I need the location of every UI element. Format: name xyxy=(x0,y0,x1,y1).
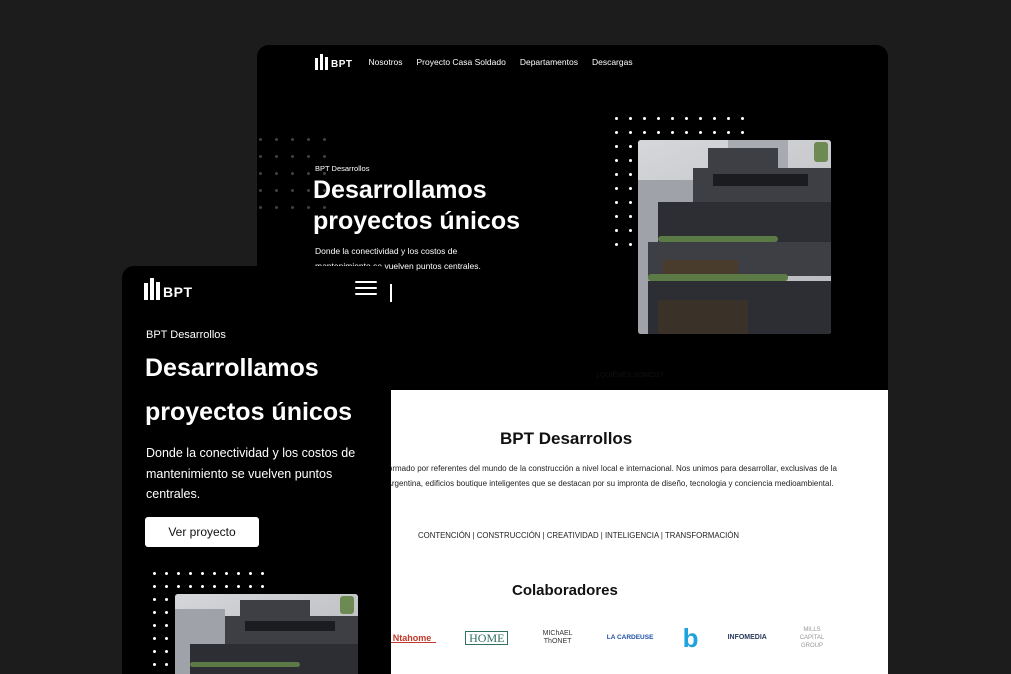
bpt-logo-icon[interactable]: BPT xyxy=(315,54,353,70)
hero-title-line2: proyectos únicos xyxy=(313,207,520,235)
hero-title-line1: Desarrollamos xyxy=(313,176,487,204)
mobile-mockup: BPT BPT Desarrollos Desarrollamos proyec… xyxy=(122,266,391,674)
values-line: CONTENCIÓN | CONSTRUCCIÓN | CREATIVIDAD … xyxy=(418,531,740,540)
ver-proyecto-button[interactable]: Ver proyecto xyxy=(145,517,259,547)
hero-title: Desarrollamos proyectos únicos xyxy=(313,175,573,237)
bpt-logo-icon[interactable]: BPT xyxy=(144,278,193,300)
brand-logo-la-cardeuse[interactable]: LA CARDEUSE xyxy=(607,634,654,642)
nav-link-nosotros[interactable]: Nosotros xyxy=(369,57,403,67)
nav-link-descargas[interactable]: Descargas xyxy=(592,57,633,67)
brand-logo-b[interactable]: b xyxy=(683,624,699,652)
about-body: Formado por referentes del mundo de la c… xyxy=(382,464,837,488)
brand-logo-home[interactable]: HOME xyxy=(465,631,509,645)
brand-logo-michael-thonet[interactable]: MIChAEL ThONET xyxy=(538,630,578,646)
nav-links: Nosotros Proyecto Casa Soldado Departame… xyxy=(369,57,633,67)
logo-text: BPT xyxy=(163,284,193,300)
hero-subtitle: Donde la conectividad y los costos de ma… xyxy=(146,446,356,501)
about-title: BPT Desarrollos xyxy=(500,429,633,448)
text-cursor xyxy=(390,284,392,302)
mobile-building-photo xyxy=(175,594,358,674)
collaborators-title: Colaboradores xyxy=(512,582,618,599)
brand-logo-ntahome[interactable]: Ntahome xyxy=(388,633,436,643)
desktop-navbar: BPT Nosotros Proyecto Casa Soldado Depar… xyxy=(315,53,633,71)
nav-link-proyecto[interactable]: Proyecto Casa Soldado xyxy=(417,57,506,67)
hero-title: Desarrollamos proyectos únicos xyxy=(145,346,385,434)
hero-eyebrow: BPT Desarrollos xyxy=(315,164,370,173)
hero-building-photo xyxy=(638,140,831,334)
logo-text: BPT xyxy=(331,59,353,70)
hero-title-line2: proyectos únicos xyxy=(145,398,352,426)
brand-logo-mills-capital[interactable]: MILLS CAPITAL GROUP xyxy=(796,626,828,650)
nav-link-departamentos[interactable]: Departamentos xyxy=(520,57,578,67)
hero-eyebrow: BPT Desarrollos xyxy=(146,329,226,341)
brand-logo-infomedia[interactable]: INFOMEDIA xyxy=(728,634,767,642)
hamburger-menu-icon[interactable] xyxy=(355,281,377,299)
hero-title-line1: Desarrollamos xyxy=(145,354,319,382)
collaborators-logos: Ntahome HOME MIChAEL ThONET LA CARDEUSE … xyxy=(388,624,828,652)
